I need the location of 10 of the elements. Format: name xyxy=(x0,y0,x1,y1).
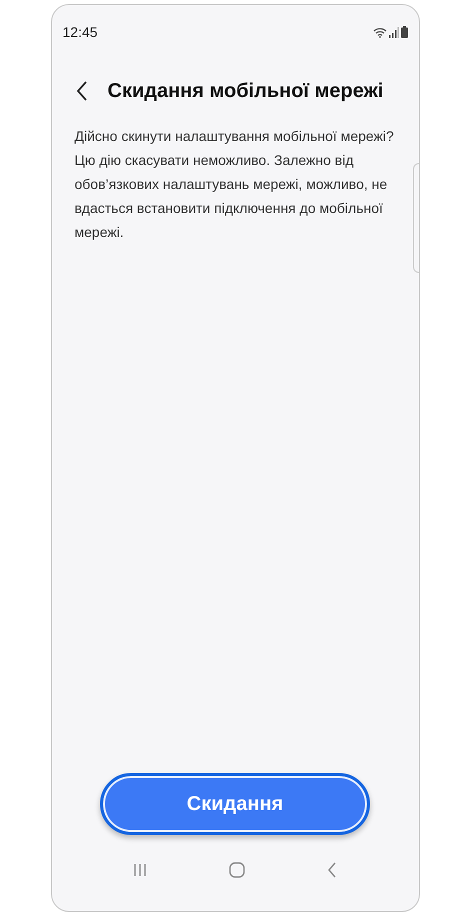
home-icon[interactable] xyxy=(228,862,245,878)
status-time: 12:45 xyxy=(62,22,98,42)
page-title: Скидання мобільної мережі xyxy=(108,79,384,104)
reset-warning-text: Дійсно скинути налаштування мобільної мережі? Цю дію скасувати неможливо. Залежно від обов’язкових налаштувань мережі, можливо, не вдасться встановити підключення до мобільної мережі. xyxy=(74,127,395,242)
reset-button[interactable]: Скидання xyxy=(100,773,370,835)
battery-icon xyxy=(400,26,408,38)
back-icon[interactable] xyxy=(327,862,338,878)
recent-apps-icon[interactable] xyxy=(132,863,147,877)
wifi-icon xyxy=(372,26,386,38)
signal-icon xyxy=(388,26,398,38)
